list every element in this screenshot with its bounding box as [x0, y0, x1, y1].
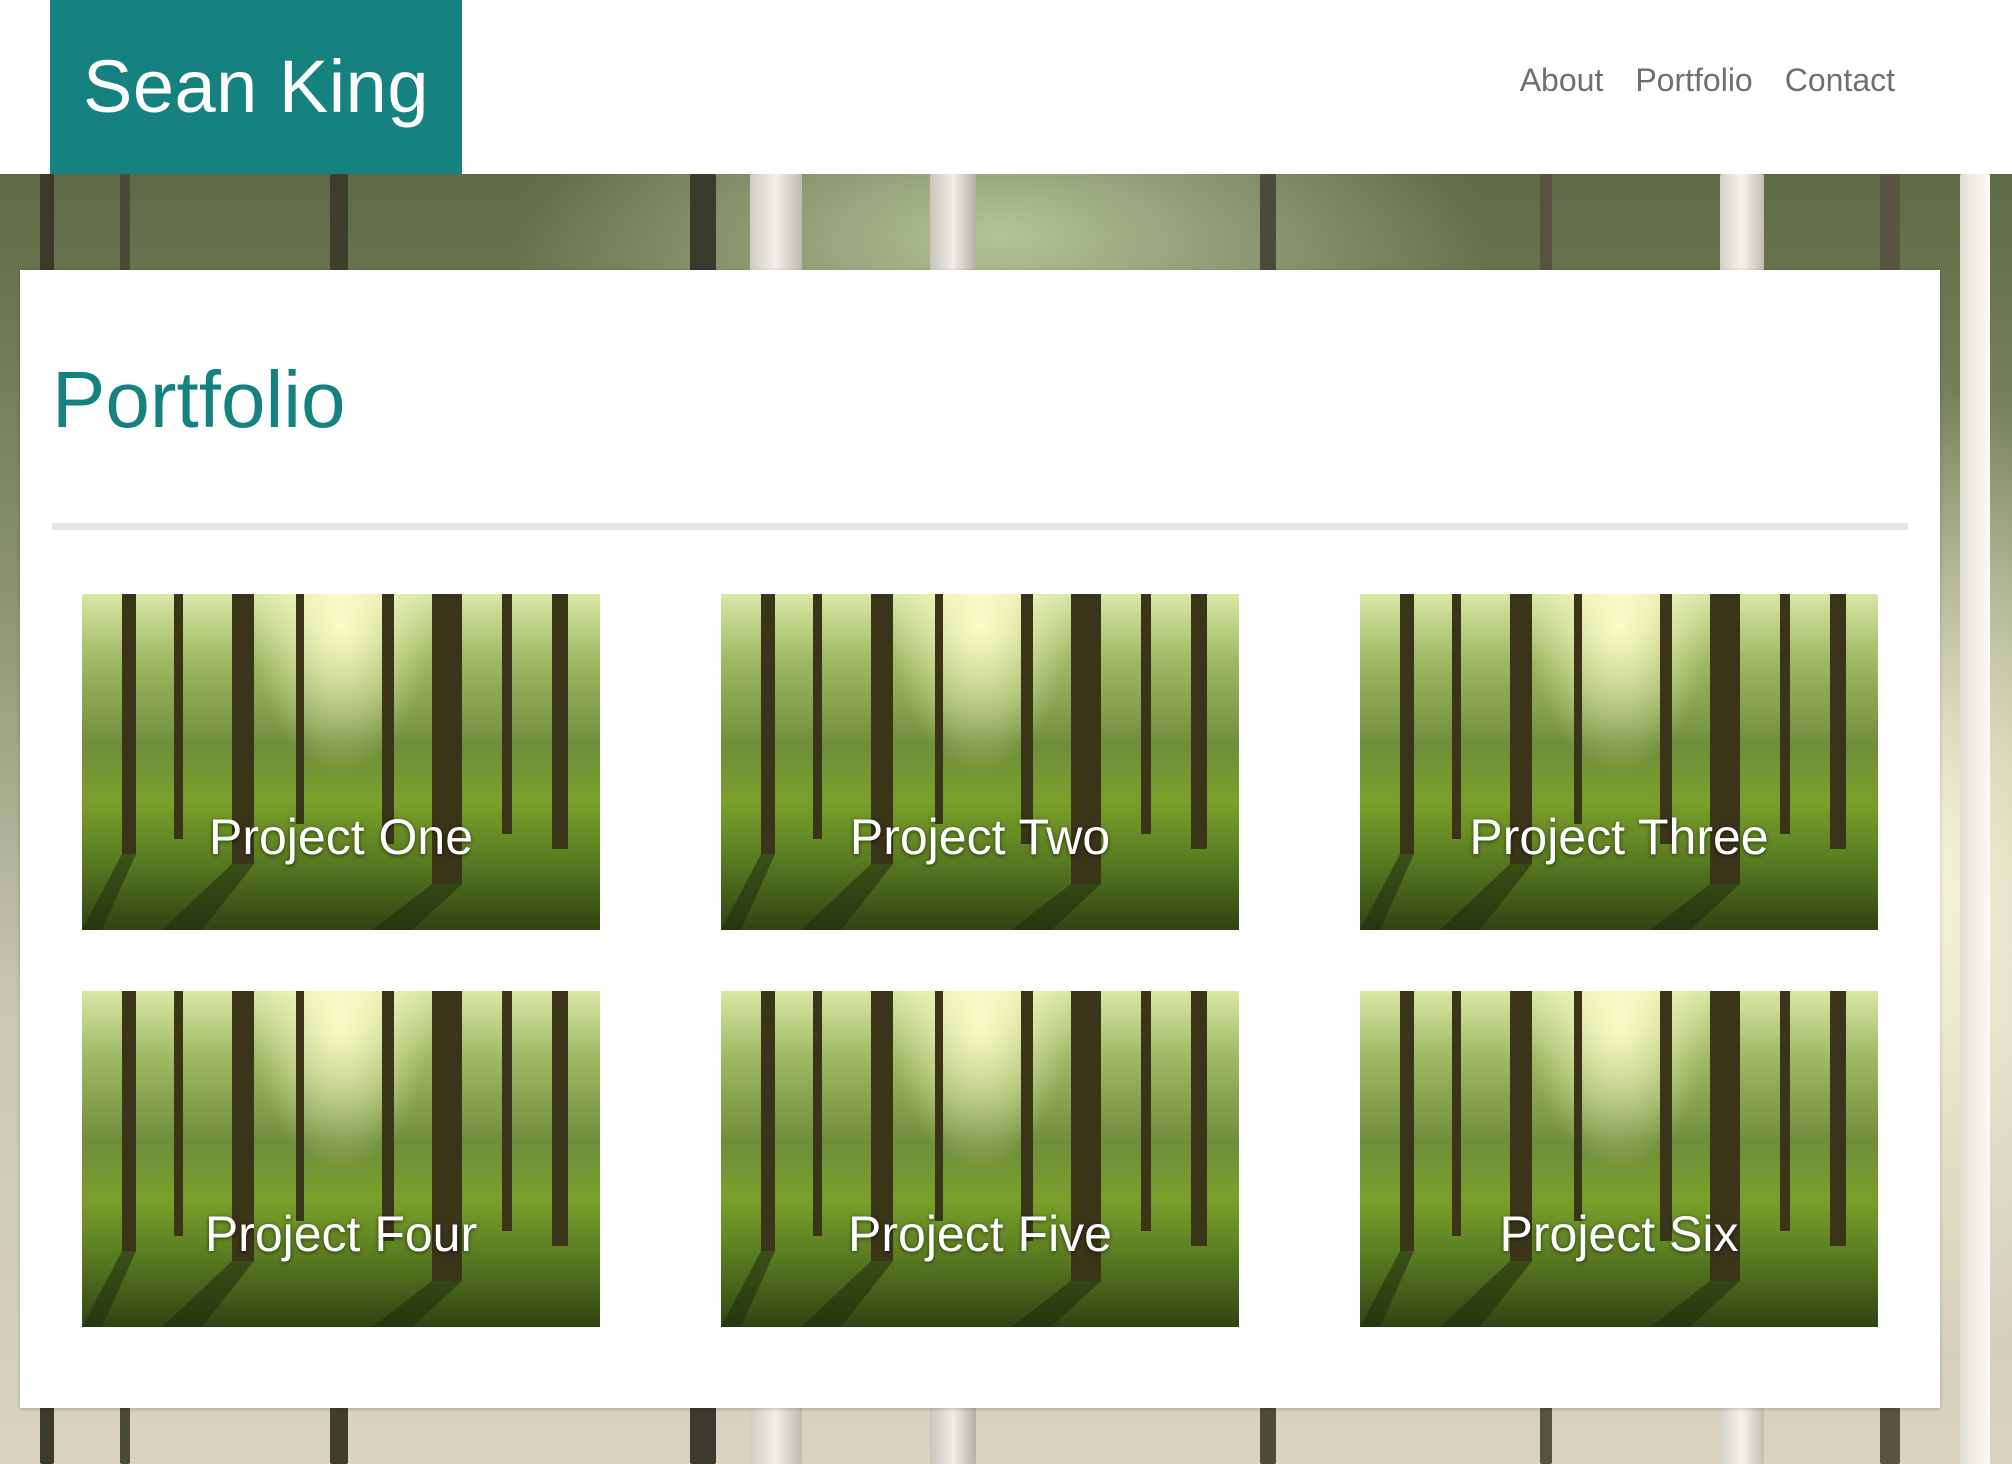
nav-link-portfolio[interactable]: Portfolio — [1635, 62, 1752, 99]
project-tile-one[interactable]: Project One — [82, 594, 600, 930]
project-label: Project One — [208, 809, 473, 865]
site-header: Sean King About Portfolio Contact — [0, 0, 2012, 174]
project-grid: Project One Project Two Project Three Pr… — [82, 594, 1878, 1327]
project-label: Project Six — [1499, 1206, 1739, 1262]
project-tile-five[interactable]: Project Five — [721, 991, 1239, 1327]
project-tile-six[interactable]: Project Six — [1360, 991, 1878, 1327]
main-nav: About Portfolio Contact — [1520, 62, 1895, 99]
project-thumbnail-image — [721, 991, 1207, 1327]
project-label: Project Four — [204, 1206, 478, 1262]
project-thumbnail-image — [721, 594, 1207, 930]
portfolio-card: Portfolio Project One Project Two Projec… — [20, 270, 1940, 1408]
project-tile-four[interactable]: Project Four — [82, 991, 600, 1327]
project-label: Project Five — [848, 1206, 1112, 1262]
project-thumbnail-image — [82, 594, 568, 930]
project-thumbnail-image — [1360, 991, 1846, 1327]
divider — [52, 523, 1908, 530]
project-tile-two[interactable]: Project Two — [721, 594, 1239, 930]
project-tile-three[interactable]: Project Three — [1360, 594, 1878, 930]
nav-link-about[interactable]: About — [1520, 62, 1604, 99]
site-logo[interactable]: Sean King — [50, 0, 462, 174]
project-thumbnail-image — [82, 991, 568, 1327]
page-title: Portfolio — [52, 355, 346, 444]
nav-link-contact[interactable]: Contact — [1785, 62, 1895, 99]
project-label: Project Three — [1469, 809, 1769, 865]
project-label: Project Two — [849, 809, 1111, 865]
project-thumbnail-image — [1360, 594, 1846, 930]
